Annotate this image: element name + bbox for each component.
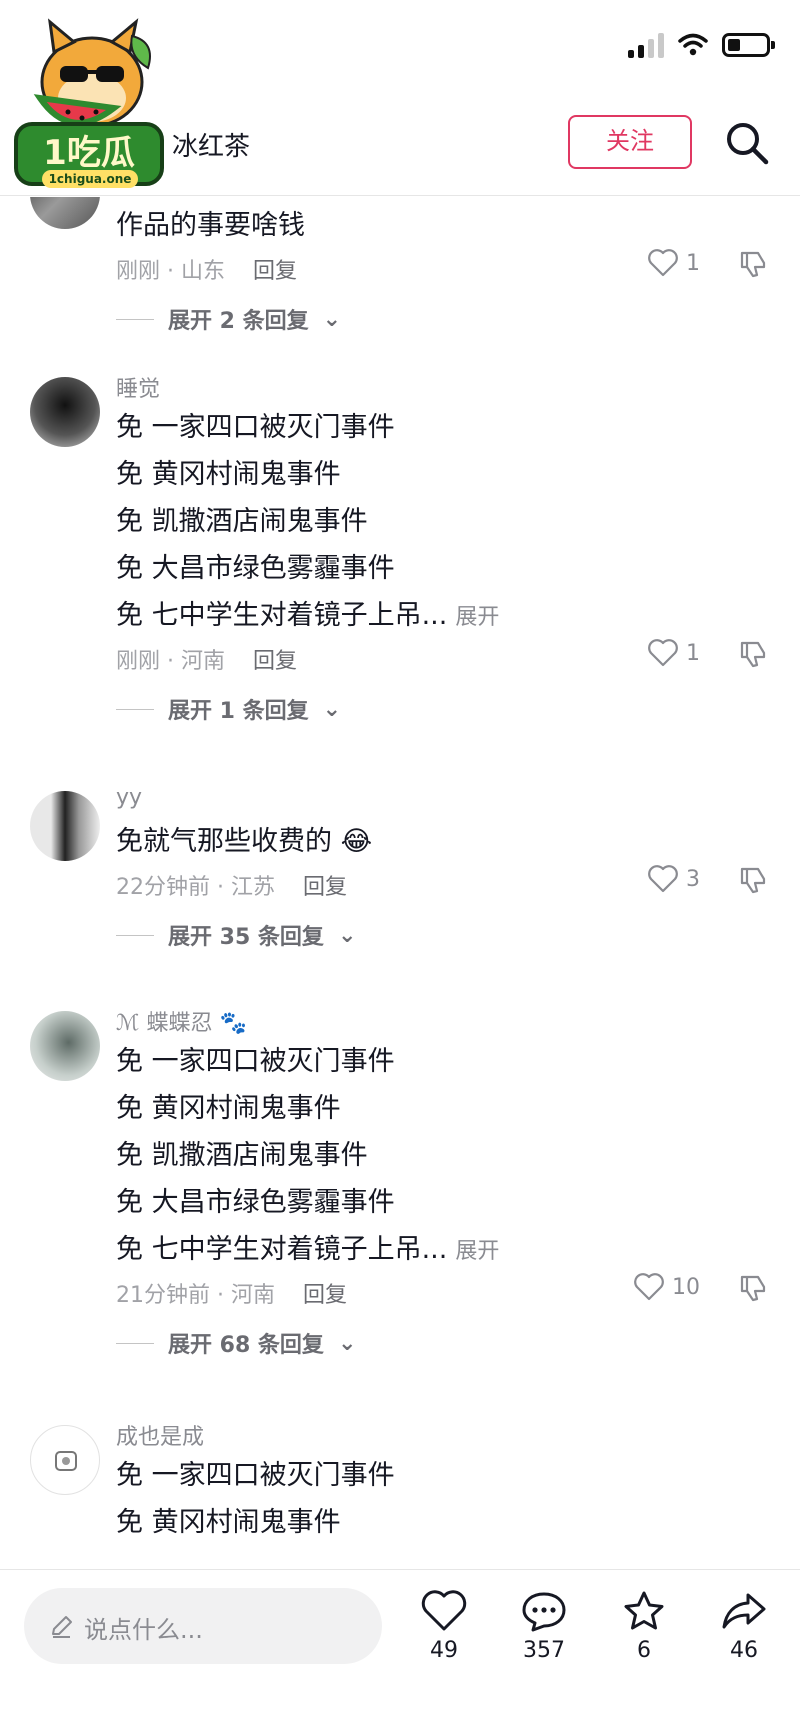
expand-text-button[interactable]: 展开: [455, 1239, 499, 1264]
comment-item: 成也是成 免 一家四口被灭门事件 免 黄冈村闹鬼事件: [0, 1425, 800, 1569]
comment-meta: 刚刚 · 河南 回复: [116, 643, 297, 675]
like-button[interactable]: 1: [648, 639, 700, 667]
expand-replies-button[interactable]: 展开 35 条回复 ⌄: [116, 919, 356, 951]
comment-text: 作品的事要啥钱: [116, 210, 305, 241]
comment-text: 免 大昌市绿色雾霾事件: [116, 553, 395, 584]
comment-input[interactable]: 说点什么...: [24, 1588, 382, 1664]
expand-replies-button[interactable]: 展开 1 条回复 ⌄: [116, 693, 341, 725]
heart-icon: [634, 1273, 664, 1301]
comment-username[interactable]: ℳ 蝶蝶忍 🐾: [116, 1005, 247, 1037]
comment-text: 免 七中学生对着镜子上吊... 展开: [116, 1234, 500, 1265]
header: 1吃瓜 1chigua.one 冰红茶 关注: [0, 18, 800, 196]
follow-button[interactable]: 关注: [568, 115, 692, 169]
avatar[interactable]: [30, 791, 100, 861]
comment-bubble-icon: [522, 1592, 566, 1632]
like-button[interactable]: 10: [634, 1273, 700, 1301]
chevron-down-icon: ⌄: [322, 696, 342, 722]
like-count: 1: [686, 250, 700, 276]
like-count: 1: [686, 640, 700, 666]
svg-text:1chigua.one: 1chigua.one: [49, 172, 132, 186]
comment-meta: 22分钟前 · 江苏 回复: [116, 869, 347, 901]
chevron-down-icon: ⌄: [337, 1330, 357, 1356]
heart-icon: [648, 249, 678, 277]
share-action-button[interactable]: 46: [704, 1590, 784, 1663]
comment-text: 免 大昌市绿色雾霾事件: [116, 1187, 395, 1218]
page-title: 冰红茶: [172, 132, 251, 162]
search-icon[interactable]: [722, 118, 772, 168]
reply-button[interactable]: 回复: [253, 259, 297, 284]
comment-item: ℳ 蝶蝶忍 🐾 免 一家四口被灭门事件 免 黄冈村闹鬼事件 免 凯撒酒店闹鬼事件…: [0, 1011, 800, 1401]
comment-item: 睡觉 免 一家四口被灭门事件 免 黄冈村闹鬼事件 免 凯撒酒店闹鬼事件 免 大昌…: [0, 377, 800, 767]
bottom-action-bar: 说点什么... 49 357 6 46: [0, 1569, 800, 1731]
comment-username[interactable]: 睡觉: [116, 371, 160, 403]
heart-icon: [421, 1590, 467, 1631]
wifi-icon: [678, 33, 708, 56]
battery-icon: [722, 33, 775, 57]
avatar[interactable]: [30, 1425, 100, 1495]
like-action-button[interactable]: 49: [404, 1590, 484, 1663]
avatar[interactable]: [30, 197, 100, 229]
comment-text: 免 黄冈村闹鬼事件: [116, 1093, 341, 1124]
comment-text: 免 一家四口被灭门事件: [116, 1460, 395, 1491]
comment-text: 免 一家四口被灭门事件: [116, 1046, 395, 1077]
comment-text: 免就气那些收费的 😂: [116, 826, 373, 857]
expand-replies-button[interactable]: 展开 68 条回复 ⌄: [116, 1327, 356, 1359]
like-count: 10: [672, 1274, 700, 1300]
svg-text:1吃瓜: 1吃瓜: [43, 133, 135, 173]
avatar-image: [55, 1451, 77, 1471]
dislike-icon[interactable]: [738, 1273, 768, 1303]
reply-button[interactable]: 回复: [303, 1283, 347, 1308]
avatar[interactable]: [30, 1011, 100, 1081]
like-button[interactable]: 1: [648, 249, 700, 277]
comment-input-placeholder: 说点什么...: [84, 1616, 203, 1644]
comment-time-location: 刚刚 · 河南: [116, 649, 225, 674]
expand-text-button[interactable]: 展开: [455, 605, 499, 630]
cellular-signal-icon: [628, 32, 664, 58]
share-total: 46: [730, 1638, 758, 1663]
favorite-total: 6: [637, 1638, 651, 1663]
heart-icon: [648, 865, 678, 893]
watermark-logo: 1吃瓜 1chigua.one: [14, 18, 164, 188]
share-icon: [722, 1593, 766, 1629]
chevron-down-icon: ⌄: [322, 306, 342, 332]
reply-button[interactable]: 回复: [303, 875, 347, 900]
like-total: 49: [430, 1638, 458, 1663]
avatar[interactable]: [30, 377, 100, 447]
status-icons: [628, 32, 775, 58]
star-icon: [624, 1591, 664, 1630]
comment-action-button[interactable]: 357: [504, 1590, 584, 1663]
comment-time-location: 22分钟前 · 江苏: [116, 875, 275, 900]
reply-button[interactable]: 回复: [253, 649, 297, 674]
comment-meta: 刚刚 · 山东 回复: [116, 253, 297, 285]
comment-list[interactable]: 作品的事要啥钱 刚刚 · 山东 回复 1 展开 2 条回复 ⌄ 睡觉 免 一家四口被…: [0, 197, 800, 1569]
like-count: 3: [686, 866, 700, 892]
heart-icon: [648, 639, 678, 667]
comment-item: yy 免就气那些收费的 😂 22分钟前 · 江苏 回复 3 展开 35 条回复 ⌄: [0, 785, 800, 991]
comment-item: 作品的事要啥钱 刚刚 · 山东 回复 1 展开 2 条回复 ⌄: [0, 197, 800, 334]
dislike-icon[interactable]: [738, 249, 768, 279]
comment-text: 免 黄冈村闹鬼事件: [116, 459, 341, 490]
comment-text: 免 七中学生对着镜子上吊... 展开: [116, 600, 500, 631]
comment-meta: 21分钟前 · 河南 回复: [116, 1277, 347, 1309]
comment-text: 免 一家四口被灭门事件: [116, 412, 395, 443]
comment-username[interactable]: yy: [116, 785, 142, 810]
comment-text: 免 凯撒酒店闹鬼事件: [116, 1140, 368, 1171]
favorite-action-button[interactable]: 6: [604, 1590, 684, 1663]
dislike-icon[interactable]: [738, 639, 768, 669]
comment-total: 357: [523, 1638, 565, 1663]
comment-username[interactable]: 成也是成: [116, 1419, 204, 1451]
dislike-icon[interactable]: [738, 865, 768, 895]
comment-time-location: 21分钟前 · 河南: [116, 1283, 275, 1308]
pencil-icon: [52, 1616, 72, 1638]
like-button[interactable]: 3: [648, 865, 700, 893]
comment-text: 免 黄冈村闹鬼事件: [116, 1507, 341, 1538]
comment-text: 免 凯撒酒店闹鬼事件: [116, 506, 368, 537]
expand-replies-button[interactable]: 展开 2 条回复 ⌄: [116, 303, 341, 335]
comment-time-location: 刚刚 · 山东: [116, 259, 225, 284]
chevron-down-icon: ⌄: [337, 922, 357, 948]
